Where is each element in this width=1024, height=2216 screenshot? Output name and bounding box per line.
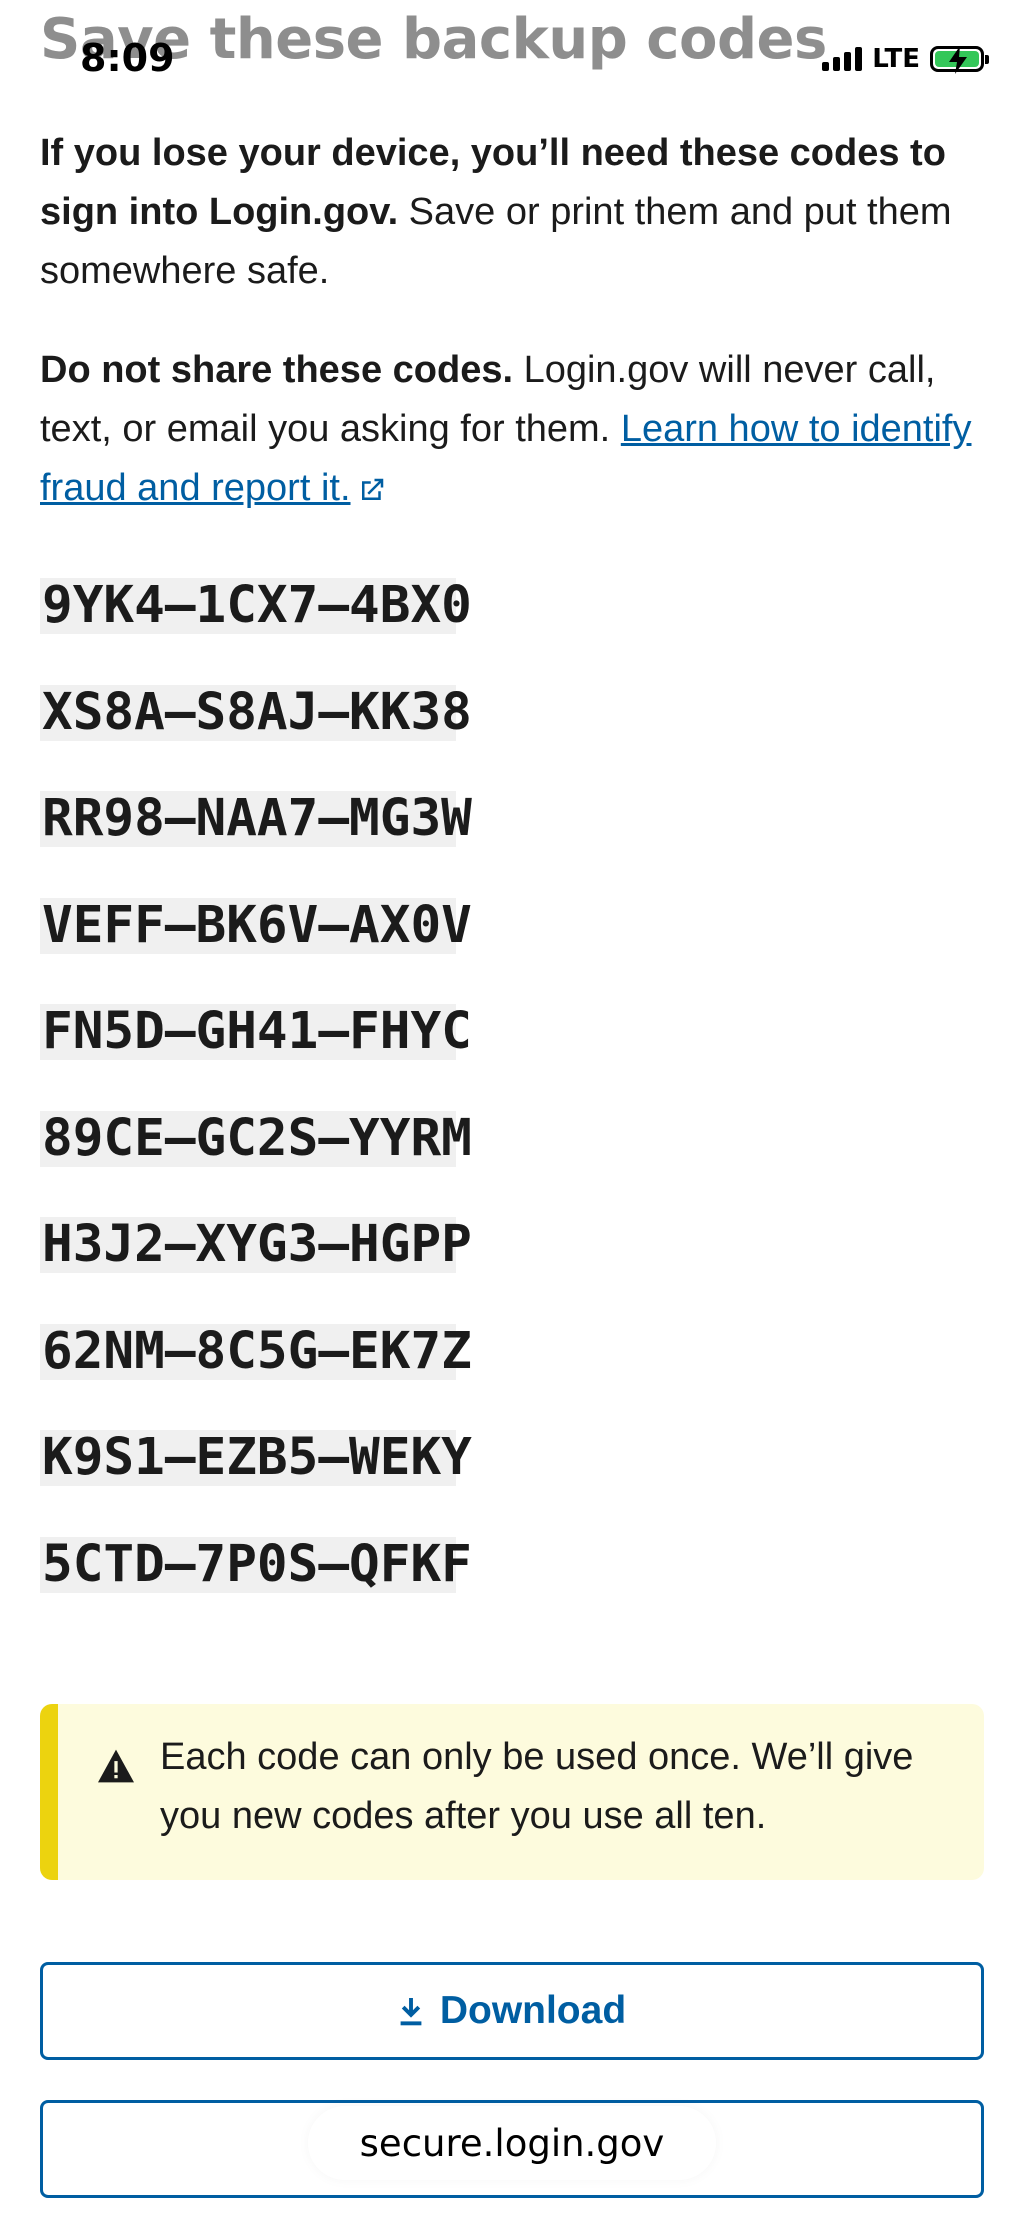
list-item: 62NM–8C5G–EK7Z (40, 1321, 984, 1431)
list-item: K9S1–EZB5–WEKY (40, 1430, 984, 1537)
list-item: RR98–NAA7–MG3W (40, 791, 984, 898)
do-not-share-bold: Do not share these codes. (40, 349, 514, 391)
backup-code: 5CTD–7P0S–QFKF (40, 1534, 472, 1594)
backup-code: 89CE–GC2S–YYRM (40, 1108, 472, 1168)
main-content: If you lose your device, you’ll need the… (40, 124, 984, 1659)
status-icons: LTE (822, 44, 989, 74)
do-not-share-paragraph: Do not share these codes. Login.gov will… (40, 341, 984, 518)
backup-codes-list: 9YK4–1CX7–4BX0 XS8A–S8AJ–KK38 RR98–NAA7–… (40, 578, 984, 1643)
backup-code: K9S1–EZB5–WEKY (40, 1428, 472, 1487)
list-item: FN5D–GH41–FHYC (40, 1004, 984, 1111)
download-icon (400, 1998, 422, 2026)
status-time: 8:09 (80, 36, 175, 80)
backup-code: H3J2–XYG3–HGPP (40, 1215, 472, 1274)
signal-icon (822, 47, 863, 71)
alert-accent-bar (40, 1704, 58, 1880)
backup-code: RR98–NAA7–MG3W (40, 789, 472, 848)
backup-code: FN5D–GH41–FHYC (40, 1002, 472, 1061)
alert-message: Each code can only be used once. We’ll g… (160, 1736, 914, 1837)
list-item: 5CTD–7P0S–QFKF (40, 1534, 984, 1644)
battery-charging-icon (930, 46, 989, 74)
list-item: XS8A–S8AJ–KK38 (40, 682, 984, 792)
backup-code: 62NM–8C5G–EK7Z (40, 1321, 472, 1381)
download-button[interactable]: Download (40, 1962, 984, 2060)
url-text: secure.login.gov (359, 2121, 665, 2165)
list-item: 9YK4–1CX7–4BX0 (40, 578, 984, 685)
intro-paragraph: If you lose your device, you’ll need the… (40, 124, 984, 301)
backup-code: VEFF–BK6V–AX0V (40, 895, 472, 955)
warning-icon (98, 1749, 134, 1783)
list-item: VEFF–BK6V–AX0V (40, 895, 984, 1005)
backup-code: 9YK4–1CX7–4BX0 (40, 576, 472, 635)
backup-code: XS8A–S8AJ–KK38 (40, 682, 472, 742)
warning-alert: Each code can only be used once. We’ll g… (40, 1704, 984, 1880)
network-label: LTE (872, 44, 920, 74)
list-item: H3J2–XYG3–HGPP (40, 1217, 984, 1324)
external-link-icon (361, 478, 383, 500)
browser-url-bar[interactable]: secure.login.gov (308, 2106, 716, 2180)
download-button-label: Download (439, 1989, 627, 2032)
list-item: 89CE–GC2S–YYRM (40, 1108, 984, 1218)
